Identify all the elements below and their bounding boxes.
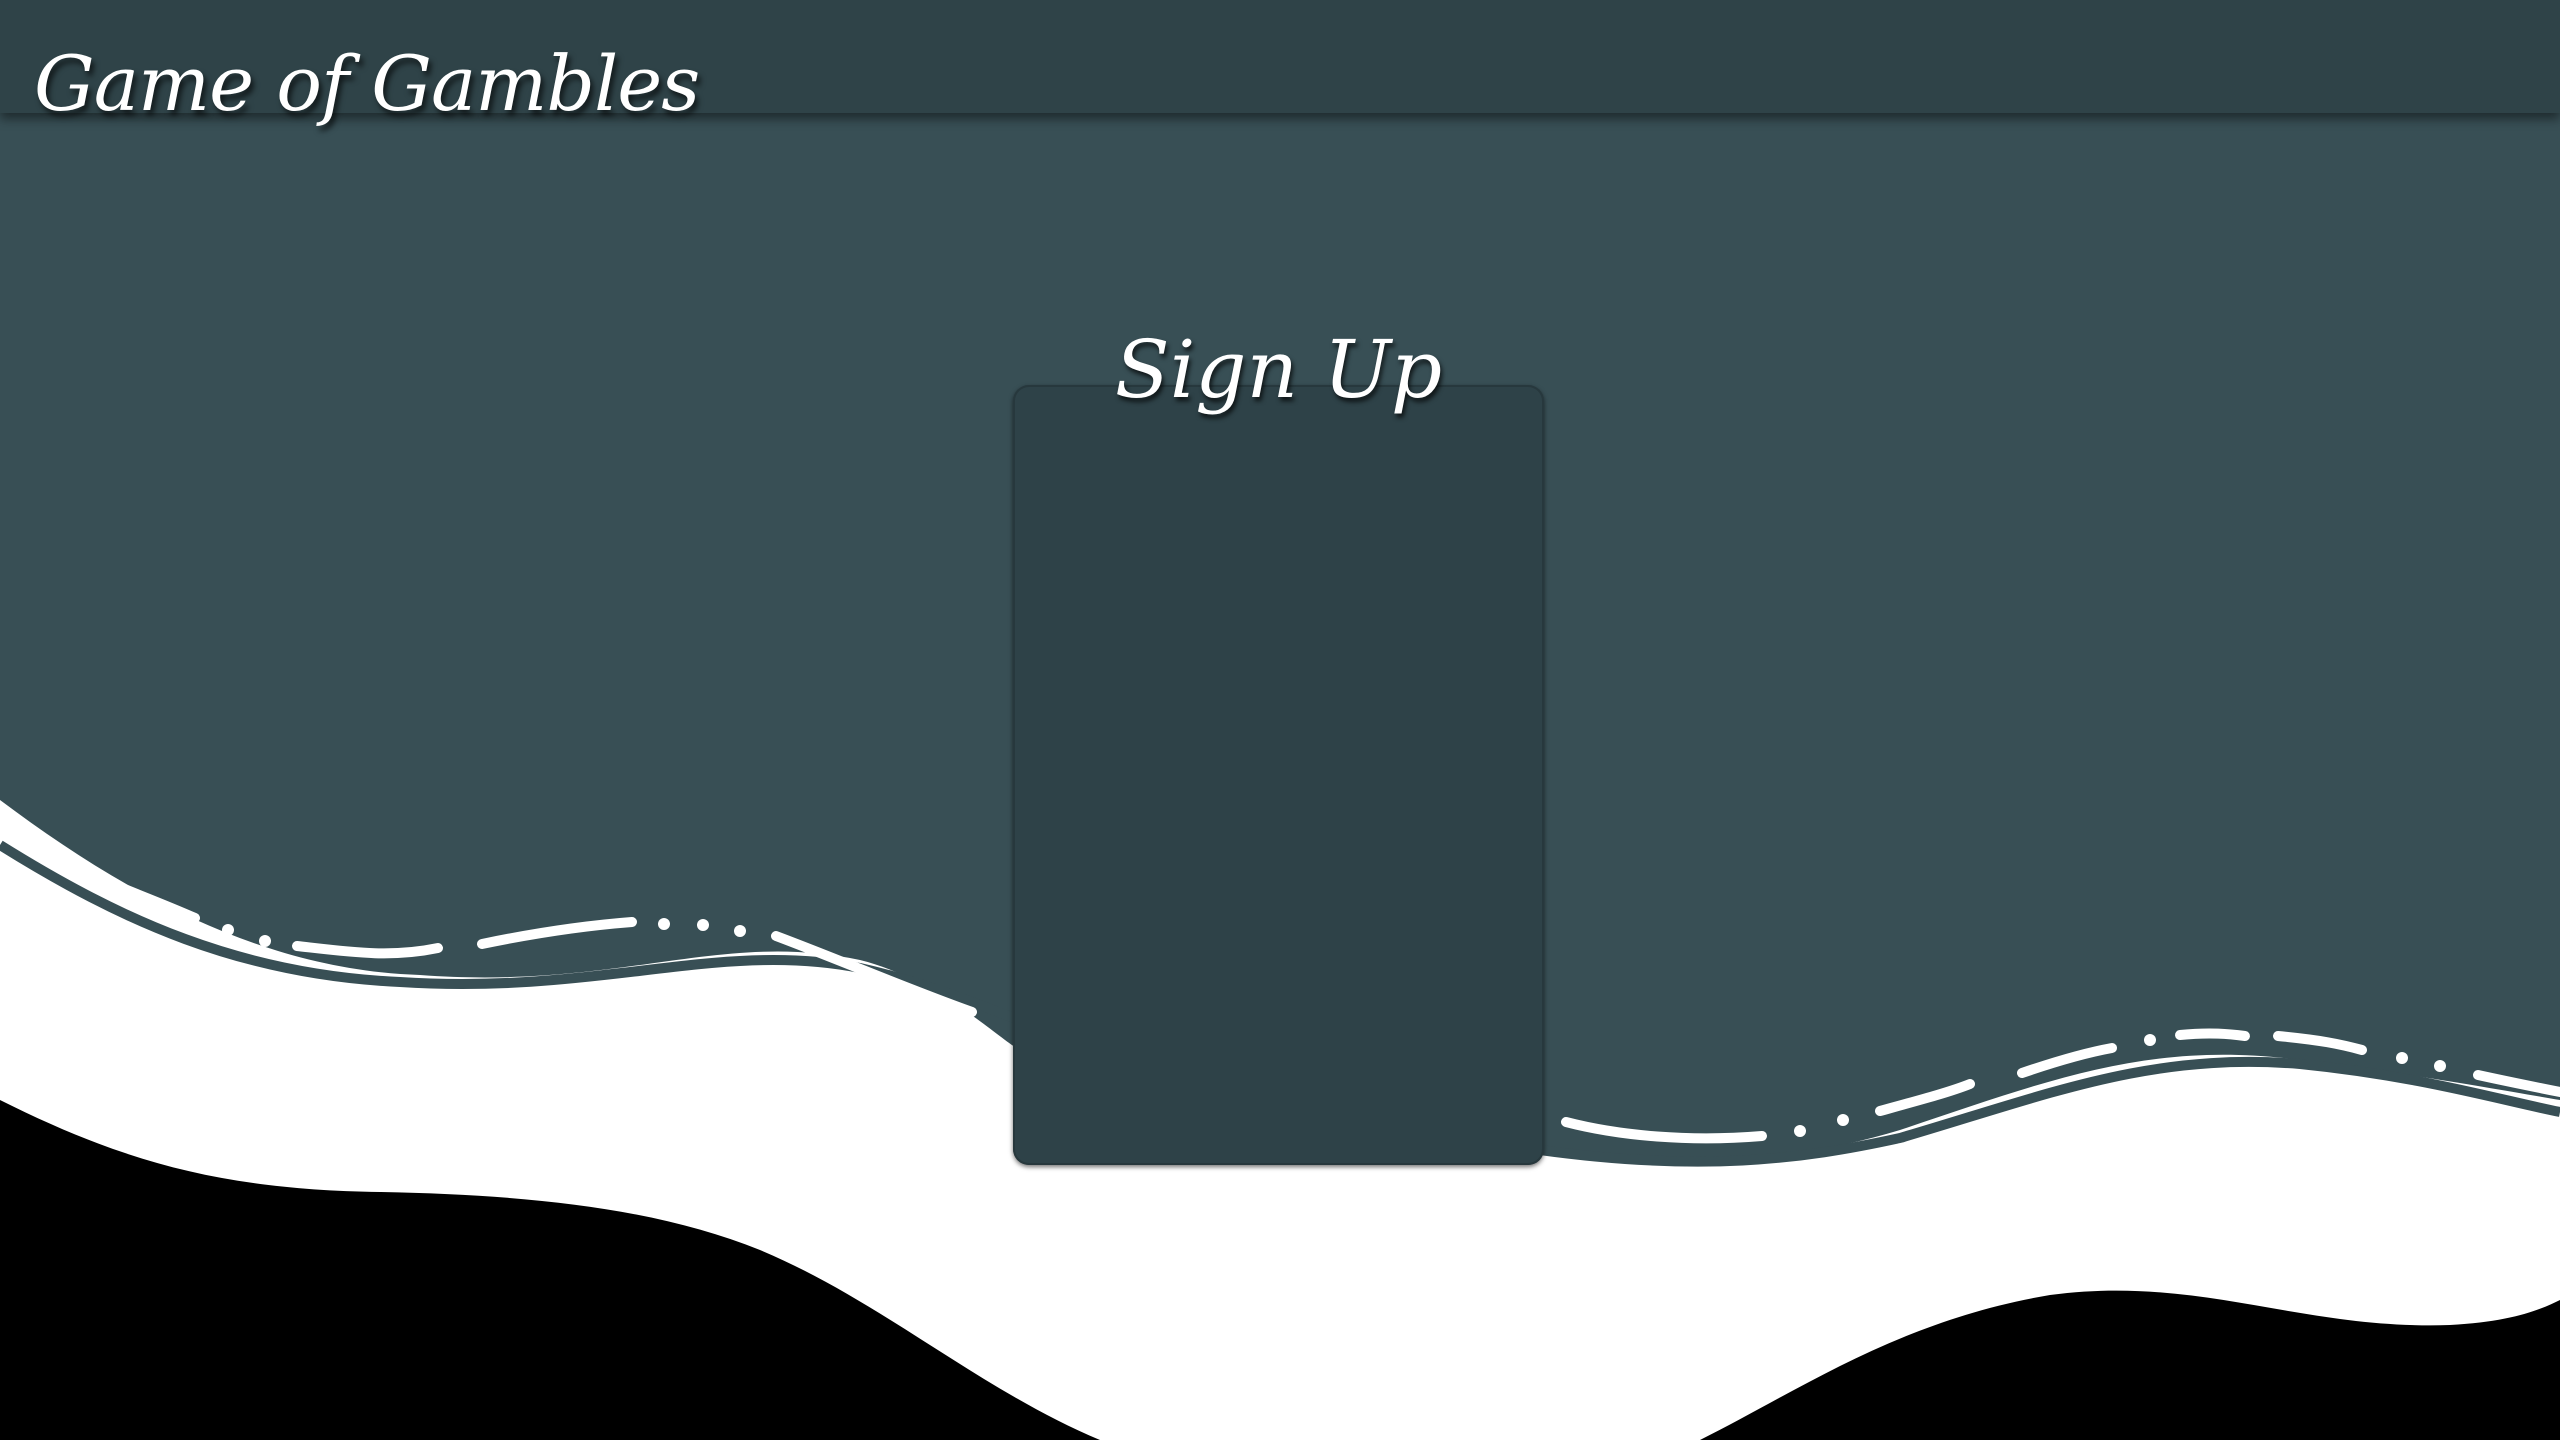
page: Game of Gambles Sign Up [0, 0, 2560, 1440]
signup-title: Sign Up [1114, 323, 1443, 416]
app-title: Game of Gambles [34, 39, 700, 128]
signup-card [1013, 385, 1544, 1165]
